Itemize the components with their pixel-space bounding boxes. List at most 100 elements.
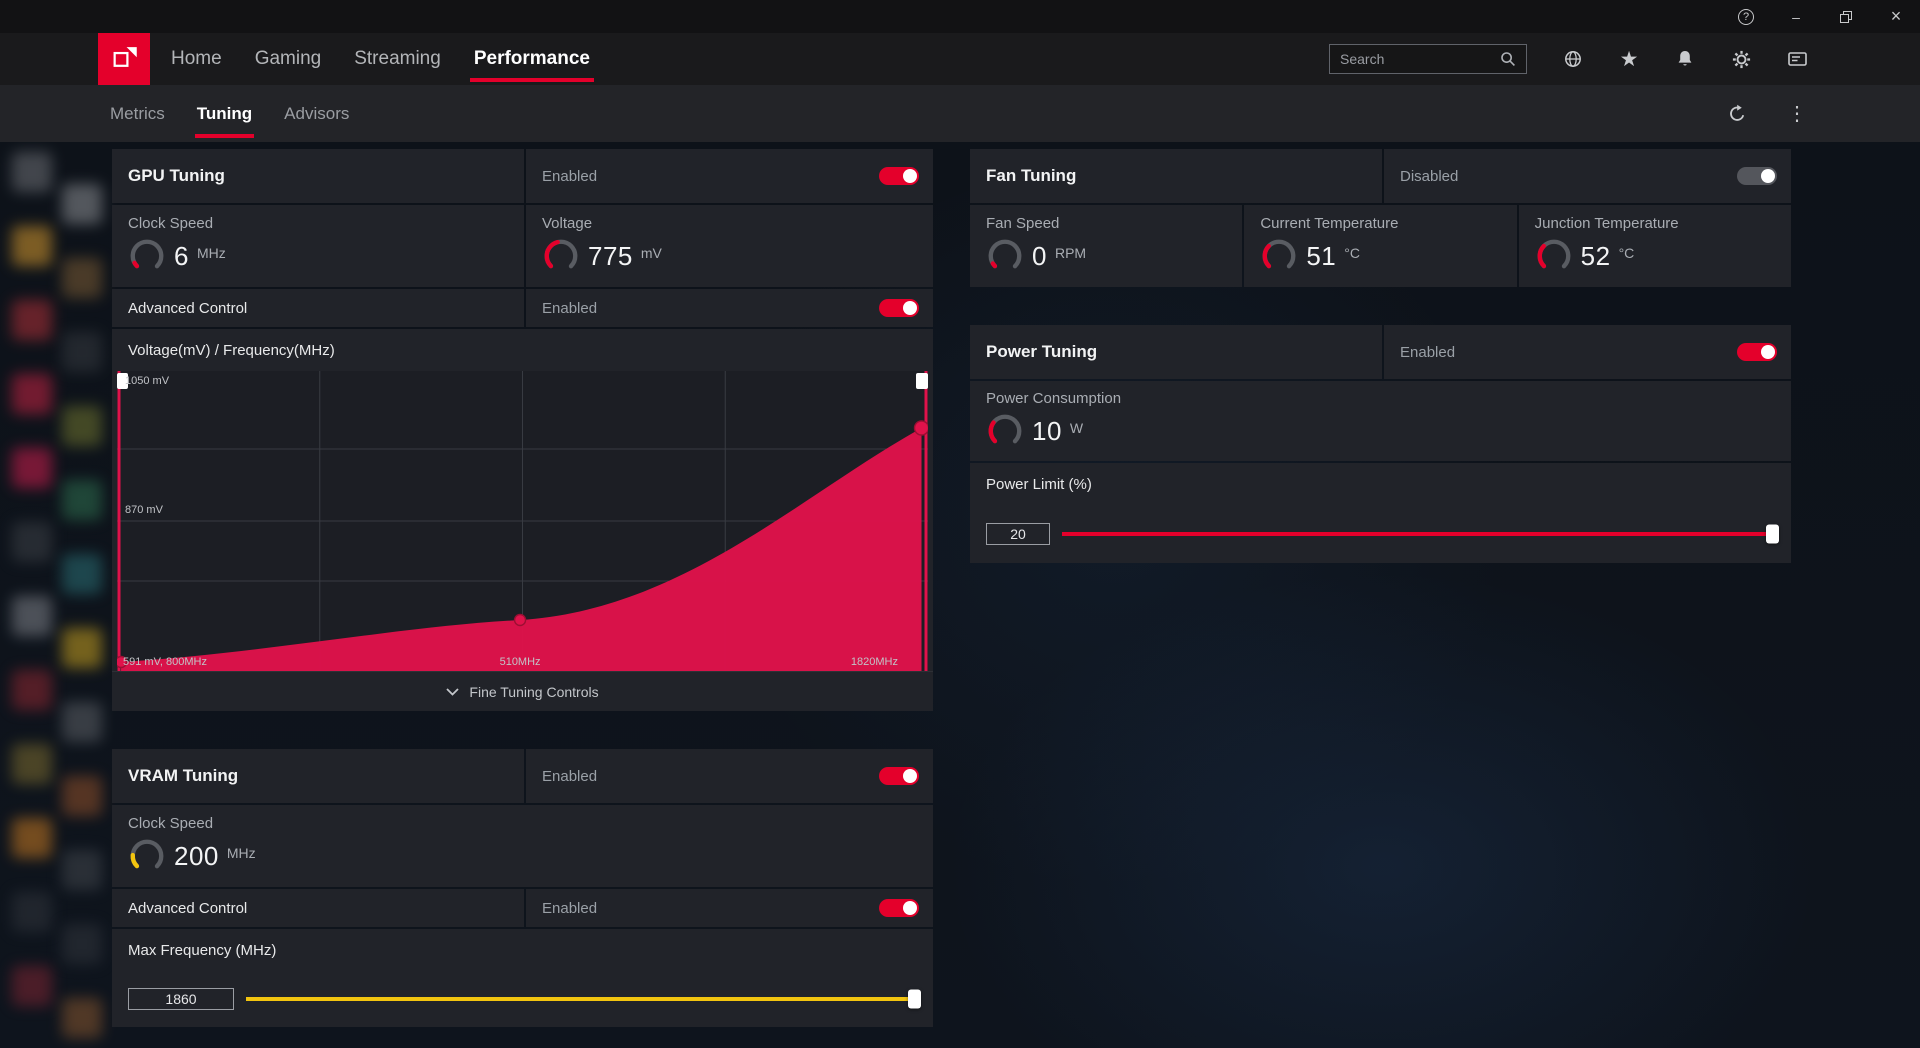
gpu-clock-gauge-icon — [128, 237, 166, 275]
nav-item-gaming[interactable]: Gaming — [255, 33, 322, 85]
gpu-clock-value: 6 — [174, 241, 189, 272]
power-consumption-unit: W — [1070, 420, 1083, 436]
background-game-tile — [62, 184, 102, 224]
background-game-tile — [12, 670, 52, 710]
vram-clock-gauge-icon — [128, 837, 166, 875]
vram-tuning-card: VRAM Tuning Enabled Clock Speed 200 MHz — [112, 749, 933, 1027]
gpu-voltage-value: 775 — [588, 241, 633, 272]
tab-metrics[interactable]: Metrics — [110, 85, 165, 142]
search-icon — [1500, 51, 1516, 67]
background-game-tile — [62, 998, 102, 1038]
background-game-tile — [62, 628, 102, 668]
background-game-tile — [12, 892, 52, 932]
restore-button[interactable] — [1837, 8, 1855, 26]
background-game-tile — [62, 924, 102, 964]
globe-icon — [1563, 49, 1583, 69]
minimize-button[interactable]: – — [1787, 8, 1805, 26]
tab-tuning[interactable]: Tuning — [197, 85, 252, 142]
bell-icon — [1675, 49, 1695, 69]
current-temperature-gauge-icon — [1260, 237, 1298, 275]
main-navbar: Home Gaming Streaming Performance ★ — [0, 33, 1920, 85]
fine-tuning-controls-expander[interactable]: Fine Tuning Controls — [112, 671, 933, 711]
gpu-clock-unit: MHz — [197, 245, 226, 261]
background-game-tile — [12, 744, 52, 784]
content-area: GPU Tuning Enabled Clock Speed 6 MHz Vol… — [0, 142, 1920, 1048]
browser-globe-button[interactable] — [1562, 48, 1584, 70]
nav-item-home[interactable]: Home — [171, 33, 222, 85]
max-frequency-input[interactable] — [128, 988, 234, 1010]
power-consumption-gauge-icon — [986, 412, 1024, 450]
panel-icon — [1787, 49, 1808, 69]
background-game-tile — [12, 966, 52, 1006]
background-game-tile — [62, 406, 102, 446]
max-frequency-slider[interactable] — [246, 997, 917, 1001]
background-game-tile — [12, 818, 52, 858]
more-options-button[interactable]: ⋮ — [1786, 103, 1808, 125]
settings-button[interactable] — [1730, 48, 1752, 70]
power-tuning-toggle[interactable] — [1737, 343, 1777, 361]
power-limit-label: Power Limit (%) — [970, 463, 1791, 505]
favorites-button[interactable]: ★ — [1618, 48, 1640, 70]
vram-advanced-toggle[interactable] — [879, 899, 919, 917]
restore-icon — [1840, 11, 1852, 23]
background-game-tile — [12, 522, 52, 562]
side-panel-button[interactable] — [1786, 48, 1808, 70]
reset-defaults-button[interactable] — [1726, 103, 1748, 125]
background-game-tile — [62, 258, 102, 298]
close-button[interactable]: × — [1887, 8, 1905, 26]
current-temperature-unit: °C — [1344, 245, 1360, 261]
notifications-button[interactable] — [1674, 48, 1696, 70]
power-tuning-title: Power Tuning — [986, 342, 1097, 362]
background-game-tile — [62, 850, 102, 890]
tab-advisors[interactable]: Advisors — [284, 85, 349, 142]
fan-speed-value: 0 — [1032, 241, 1047, 272]
max-frequency-label: Max Frequency (MHz) — [112, 929, 933, 971]
subnav-icons: ⋮ — [1726, 85, 1808, 142]
power-limit-slider-handle[interactable] — [1766, 525, 1779, 544]
power-limit-slider[interactable] — [1062, 532, 1775, 536]
fan-tuning-title: Fan Tuning — [986, 166, 1076, 186]
background-game-tile — [62, 480, 102, 520]
gpu-voltage-unit: mV — [641, 245, 662, 261]
voltage-frequency-block: Voltage(mV) / Frequency(MHz) 1050 mV 870… — [112, 329, 933, 711]
max-frequency-slider-handle[interactable] — [908, 990, 921, 1009]
gpu-tuning-title: GPU Tuning — [128, 166, 225, 186]
gpu-tuning-toggle[interactable] — [879, 167, 919, 185]
nav-item-streaming[interactable]: Streaming — [354, 33, 441, 85]
vram-tuning-toggle[interactable] — [879, 767, 919, 785]
background-game-tile — [12, 152, 52, 192]
search-input[interactable] — [1340, 51, 1500, 67]
fan-speed-gauge-icon — [986, 237, 1024, 275]
fan-tuning-card: Fan Tuning Disabled Fan Speed 0 RPM Curr… — [970, 149, 1791, 287]
junction-temperature-value: 52 — [1581, 241, 1611, 272]
junction-temperature-gauge-icon — [1535, 237, 1573, 275]
gpu-advanced-toggle[interactable] — [879, 299, 919, 317]
background-game-tile — [12, 448, 52, 488]
vram-tuning-title: VRAM Tuning — [128, 766, 238, 786]
fan-tuning-toggle[interactable] — [1737, 167, 1777, 185]
voltage-frequency-curve[interactable]: 1050 mV 870 mV 591 mV, 800MHz 510MHz 182… — [117, 371, 928, 671]
gpu-clock-label: Clock Speed — [128, 215, 213, 232]
power-limit-input[interactable] — [986, 523, 1050, 545]
amd-logo[interactable] — [98, 33, 150, 85]
background-game-tile — [62, 776, 102, 816]
vram-advanced-status: Enabled — [542, 900, 597, 917]
power-consumption-value: 10 — [1032, 416, 1062, 447]
amd-arrow-icon — [107, 42, 141, 76]
power-limit-block: Power Limit (%) — [970, 463, 1791, 563]
background-game-tile — [12, 226, 52, 266]
help-icon: ? — [1738, 9, 1754, 25]
chevron-down-icon — [446, 688, 459, 696]
current-temperature-value: 51 — [1306, 241, 1336, 272]
background-game-tile — [12, 374, 52, 414]
help-button[interactable]: ? — [1737, 8, 1755, 26]
power-consumption-label: Power Consumption — [986, 390, 1121, 407]
fine-tuning-controls-label: Fine Tuning Controls — [469, 684, 598, 700]
vram-clock-label: Clock Speed — [128, 815, 213, 832]
vram-clock-unit: MHz — [227, 845, 256, 861]
subnav-items: Metrics Tuning Advisors — [110, 85, 349, 142]
gear-icon — [1731, 49, 1752, 70]
power-tuning-card: Power Tuning Enabled Power Consumption 1… — [970, 325, 1791, 563]
nav-item-performance[interactable]: Performance — [474, 33, 590, 85]
fan-tuning-status: Disabled — [1400, 168, 1458, 185]
